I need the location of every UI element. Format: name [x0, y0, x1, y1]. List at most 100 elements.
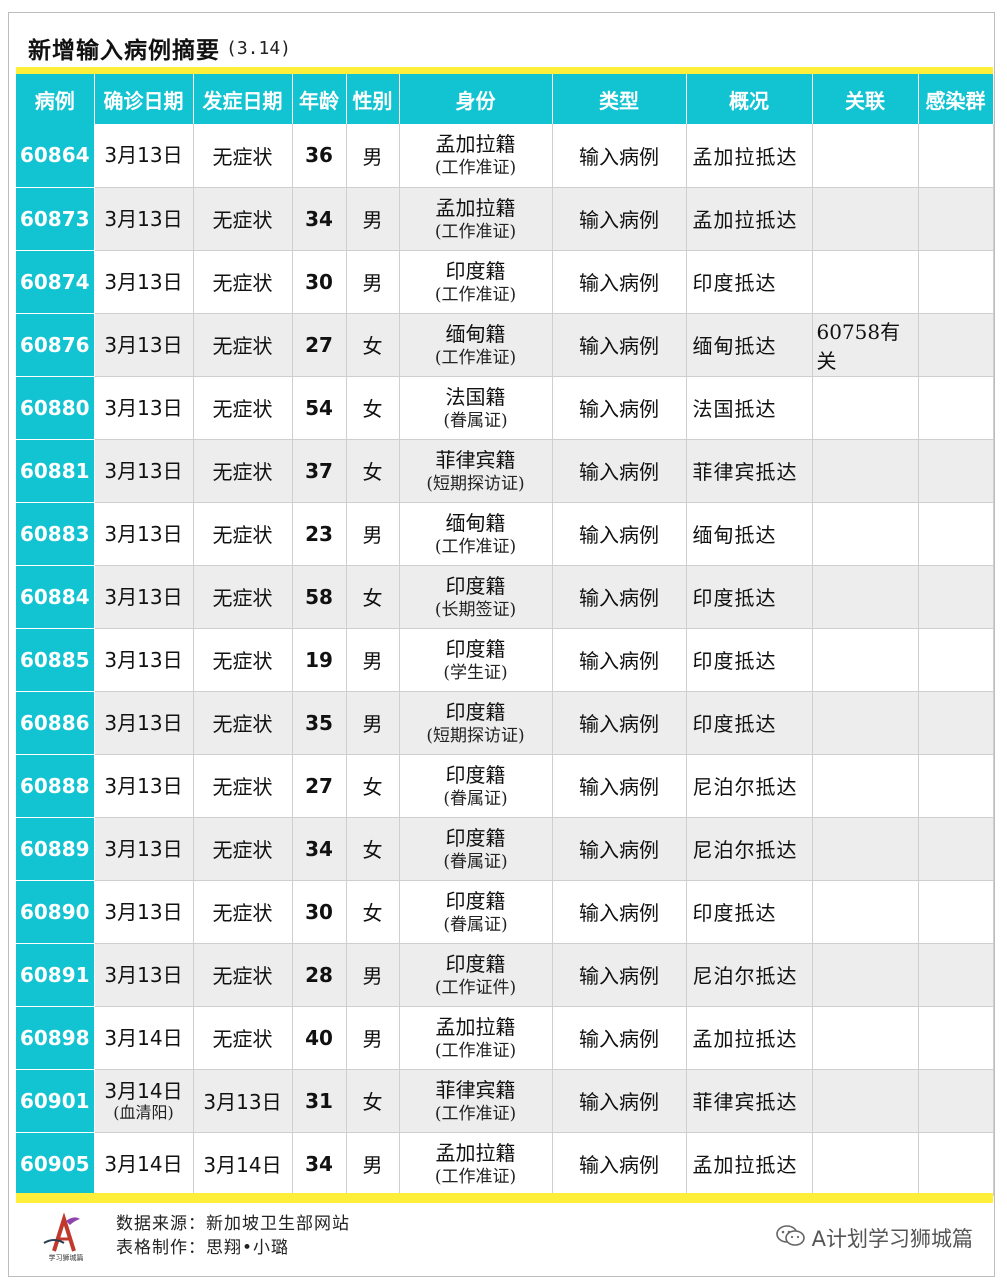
pass-type: (工作证件) [434, 977, 517, 998]
case-id: 60890 [16, 880, 95, 944]
pass-type: (工作准证) [434, 1040, 517, 1061]
sex: 男 [346, 187, 400, 251]
table-row: 60886 3月13日 无症状 35 男 印度籍 (短期探访证) 输入病例 印度抵… [16, 691, 994, 755]
sex: 男 [346, 250, 400, 314]
nationality: 缅甸籍 [445, 321, 506, 346]
case-link [812, 439, 919, 503]
confirm-date-cell: 3月14日 (血清阳) [94, 1069, 194, 1133]
case-summary: 孟加拉抵达 [686, 1006, 813, 1070]
onset-date: 无症状 [193, 817, 293, 881]
confirm-date-cell: 3月13日 [94, 124, 194, 188]
age: 58 [292, 565, 347, 629]
table-row: 60890 3月13日 无症状 30 女 印度籍 (眷属证) 输入病例 印度抵达 [16, 880, 994, 944]
case-link [812, 1069, 919, 1133]
confirm-date: 3月13日 [104, 395, 183, 420]
sex: 男 [346, 691, 400, 755]
nationality: 缅甸籍 [445, 510, 506, 535]
data-source: 数据来源：新加坡卫生部网站 [116, 1214, 350, 1234]
table-maker: 表格制作：思翔•小璐 [116, 1238, 290, 1258]
age: 40 [292, 1006, 347, 1070]
identity-cell: 缅甸籍 (工作准证) [399, 502, 553, 566]
confirm-date: 3月13日 [104, 899, 183, 924]
case-link: 60758有关 [812, 313, 919, 377]
case-id: 60885 [16, 628, 95, 692]
confirm-date: 3月13日 [104, 206, 183, 231]
sex: 男 [346, 628, 400, 692]
case-id: 60873 [16, 187, 95, 251]
identity-cell: 缅甸籍 (工作准证) [399, 313, 553, 377]
wechat-icon [775, 1224, 812, 1253]
header-onset-date: 发症日期 [193, 74, 293, 124]
pass-type: (工作准证) [434, 158, 517, 179]
confirm-date: 3月13日 [104, 143, 183, 168]
brand-logo: 学习狮城篇 [34, 1212, 98, 1262]
sex: 男 [346, 502, 400, 566]
confirm-date-cell: 3月13日 [94, 628, 194, 692]
wechat-label: A计划学习狮城篇 [811, 1227, 973, 1251]
case-id: 60898 [16, 1006, 95, 1070]
nationality: 印度籍 [445, 258, 506, 283]
case-summary: 印度抵达 [686, 628, 813, 692]
case-cluster [918, 313, 994, 377]
confirm-date: 3月14日 [104, 1025, 183, 1050]
confirm-date-cell: 3月13日 [94, 376, 194, 440]
header-cluster: 感染群 [918, 74, 994, 124]
identity-cell: 孟加拉籍 (工作准证) [399, 124, 553, 188]
case-id: 60874 [16, 250, 95, 314]
case-cluster [918, 187, 994, 251]
confirm-date-cell: 3月14日 [94, 1132, 194, 1196]
case-cluster [918, 1132, 994, 1196]
header-identity: 身份 [399, 74, 553, 124]
case-cluster [918, 754, 994, 818]
case-type: 输入病例 [552, 880, 687, 944]
confirm-date: 3月13日 [104, 962, 183, 987]
nationality: 孟加拉籍 [435, 1140, 516, 1165]
case-summary: 孟加拉抵达 [686, 1132, 813, 1196]
pass-type: (工作准证) [434, 1166, 517, 1187]
identity-cell: 孟加拉籍 (工作准证) [399, 1132, 553, 1196]
onset-date: 无症状 [193, 628, 293, 692]
confirm-date: 3月13日 [104, 710, 183, 735]
header-link: 关联 [812, 74, 919, 124]
onset-date: 无症状 [193, 1006, 293, 1070]
onset-date: 无症状 [193, 313, 293, 377]
confirm-date: 3月13日 [104, 458, 183, 483]
case-summary: 尼泊尔抵达 [686, 943, 813, 1007]
age: 30 [292, 250, 347, 314]
age: 27 [292, 313, 347, 377]
age: 36 [292, 124, 347, 188]
case-summary: 法国抵达 [686, 376, 813, 440]
nationality: 印度籍 [445, 951, 506, 976]
case-cluster [918, 376, 994, 440]
case-cluster [918, 691, 994, 755]
case-type: 输入病例 [552, 1132, 687, 1196]
identity-cell: 印度籍 (眷属证) [399, 880, 553, 944]
identity-cell: 菲律宾籍 (工作准证) [399, 1069, 553, 1133]
case-type: 输入病例 [552, 250, 687, 314]
case-link [812, 124, 919, 188]
case-summary: 尼泊尔抵达 [686, 754, 813, 818]
onset-date: 无症状 [193, 880, 293, 944]
case-type: 输入病例 [552, 628, 687, 692]
header-type: 类型 [552, 74, 687, 124]
table-row: 60883 3月13日 无症状 23 男 缅甸籍 (工作准证) 输入病例 缅甸抵达 [16, 502, 994, 566]
wechat-account[interactable]: A计划学习狮城篇 [775, 1223, 973, 1253]
case-summary: 孟加拉抵达 [686, 124, 813, 188]
cases-table: 病例 确诊日期 发症日期 年龄 性别 身份 类型 概况 关联 感染群 60864… [16, 74, 994, 1196]
table-row: 60885 3月13日 无症状 19 男 印度籍 (学生证) 输入病例 印度抵达 [16, 628, 994, 692]
pass-type: (短期探访证) [426, 473, 525, 494]
identity-cell: 孟加拉籍 (工作准证) [399, 187, 553, 251]
case-summary: 缅甸抵达 [686, 502, 813, 566]
age: 27 [292, 754, 347, 818]
case-link [812, 1006, 919, 1070]
confirm-date-cell: 3月13日 [94, 439, 194, 503]
age: 34 [292, 817, 347, 881]
source-credits: 数据来源：新加坡卫生部网站 表格制作：思翔•小璐 [116, 1212, 350, 1260]
case-type: 输入病例 [552, 124, 687, 188]
sex: 女 [346, 817, 400, 881]
confirm-date: 3月13日 [104, 836, 183, 861]
confirm-date: 3月13日 [104, 773, 183, 798]
header-confirm-date: 确诊日期 [94, 74, 194, 124]
onset-date: 无症状 [193, 565, 293, 629]
table-row: 60901 3月14日 (血清阳) 3月13日 31 女 菲律宾籍 (工作准证) 输… [16, 1069, 994, 1133]
